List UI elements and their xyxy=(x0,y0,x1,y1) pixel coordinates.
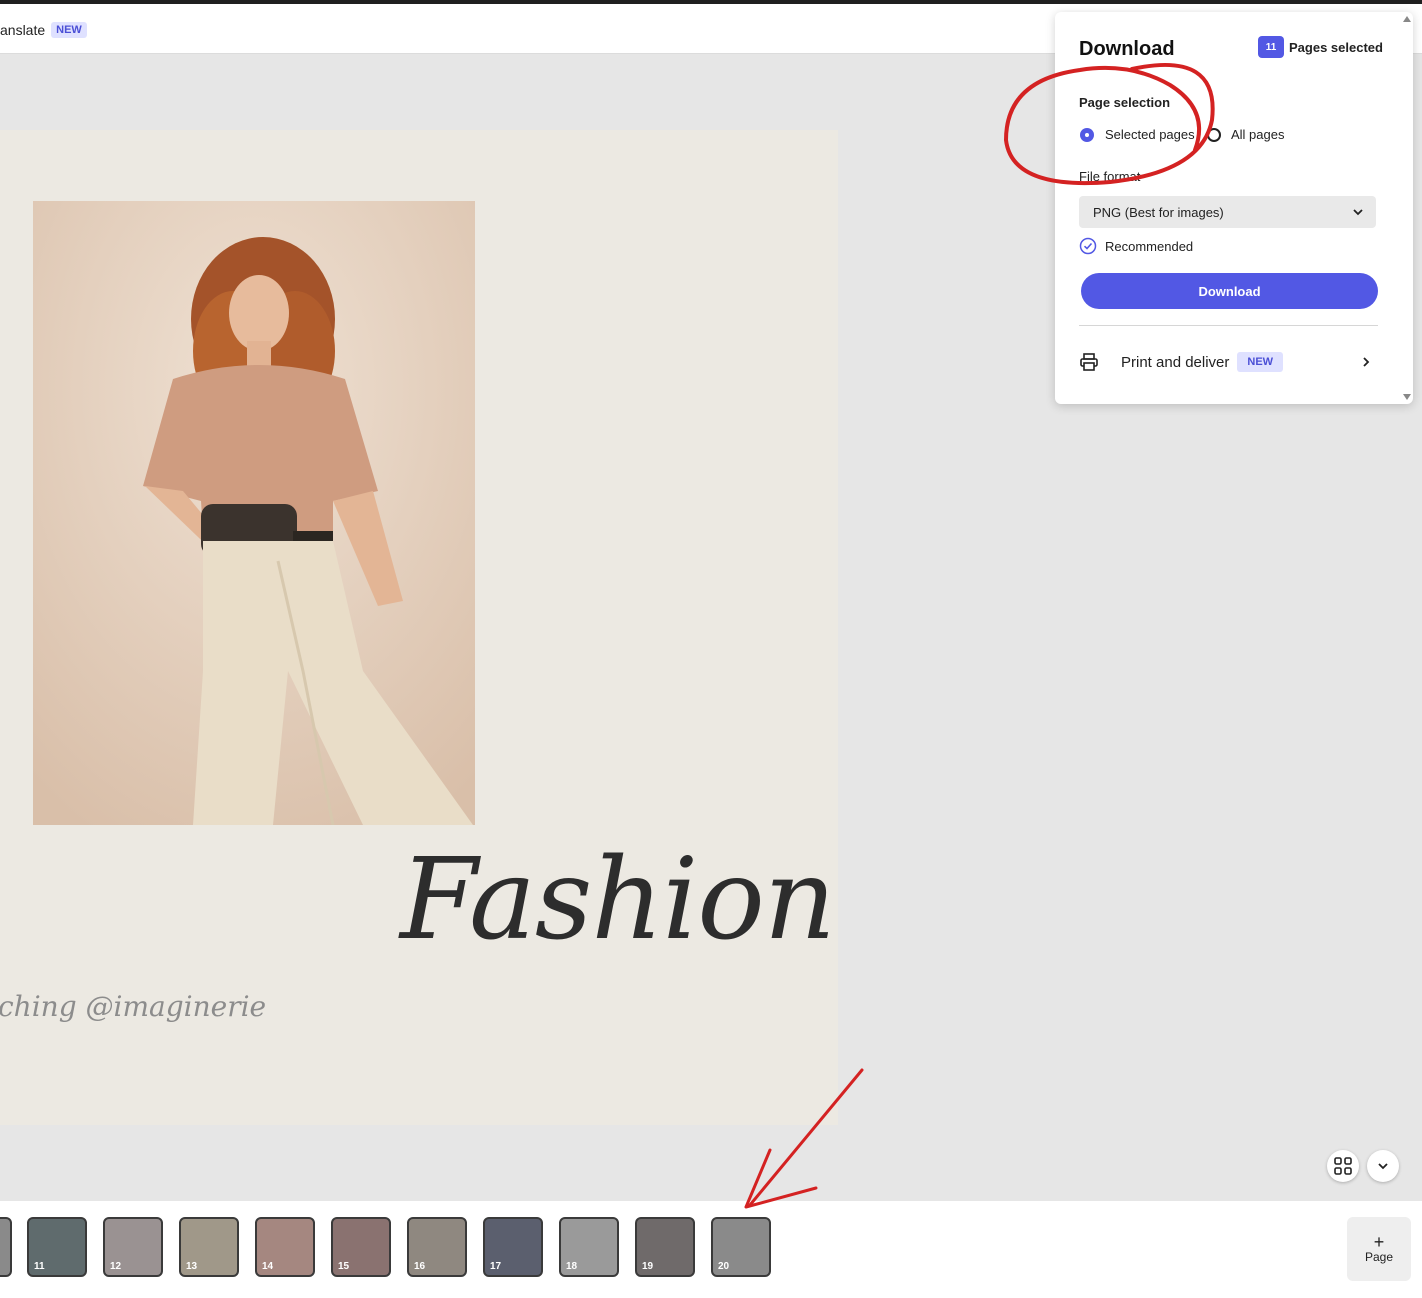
grid-icon xyxy=(1334,1157,1352,1175)
scroll-up-icon[interactable] xyxy=(1402,14,1412,24)
file-format-value: PNG (Best for images) xyxy=(1093,204,1224,220)
page-number: 20 xyxy=(718,1261,730,1272)
page-thumbnail[interactable]: 15 xyxy=(331,1217,391,1277)
recommended-label: Recommended xyxy=(1105,239,1194,254)
add-page-label: Page xyxy=(1364,1250,1394,1264)
file-format-label: File format xyxy=(1079,169,1141,184)
page-number: 16 xyxy=(414,1261,426,1272)
page-thumbnail[interactable]: 17 xyxy=(483,1217,543,1277)
plus-icon: + xyxy=(1373,1232,1385,1252)
fashion-photo[interactable] xyxy=(33,201,475,825)
page-thumbnail[interactable]: 18 xyxy=(559,1217,619,1277)
page-thumbnail[interactable]: 19 xyxy=(635,1217,695,1277)
printer-icon xyxy=(1080,353,1098,371)
page-thumbnail[interactable] xyxy=(0,1217,12,1277)
page-number: 15 xyxy=(338,1261,350,1272)
pages-selected-label: Pages selected xyxy=(1289,39,1383,55)
selected-pages-label[interactable]: Selected pages xyxy=(1105,127,1195,142)
print-and-deliver-label: Print and deliver xyxy=(1121,353,1230,371)
page-number: 18 xyxy=(566,1261,578,1272)
print-and-deliver-row[interactable]: Print and deliver NEW xyxy=(1079,348,1377,376)
chevron-right-icon xyxy=(1363,357,1370,367)
page-thumbnail[interactable]: 14 xyxy=(255,1217,315,1277)
photo-credit[interactable]: ching @imaginerie xyxy=(0,990,266,1023)
page-number: 17 xyxy=(490,1261,502,1272)
page-selection-label: Page selection xyxy=(1079,95,1171,110)
page-thumbnail[interactable]: 16 xyxy=(407,1217,467,1277)
selected-pages-radio[interactable] xyxy=(1080,128,1094,142)
page-thumbnail[interactable]: 20 xyxy=(711,1217,771,1277)
page-thumbnail[interactable]: 12 xyxy=(103,1217,163,1277)
collapse-pages-button[interactable] xyxy=(1367,1150,1399,1182)
fashion-title[interactable]: Fashion xyxy=(400,835,836,965)
page-number: 19 xyxy=(642,1261,654,1272)
page-thumbnail[interactable]: 13 xyxy=(179,1217,239,1277)
chevron-down-icon xyxy=(1378,1163,1388,1170)
file-format-select[interactable]: PNG (Best for images) xyxy=(1079,196,1376,228)
all-pages-radio[interactable] xyxy=(1207,128,1221,142)
pages-selected-indicator: 11 Pages selected xyxy=(1258,36,1383,58)
page-thumbnail[interactable]: 11 xyxy=(27,1217,87,1277)
panel-title: Download xyxy=(1079,38,1175,60)
page-number: 12 xyxy=(110,1261,122,1272)
check-circle-icon xyxy=(1079,237,1097,255)
page-number: 13 xyxy=(186,1261,198,1272)
add-page-button[interactable]: + Page xyxy=(1347,1217,1411,1281)
page-number: 11 xyxy=(34,1261,45,1272)
download-panel: Download 11 Pages selected Page selectio… xyxy=(1055,12,1413,404)
grid-view-button[interactable] xyxy=(1327,1150,1359,1182)
scroll-down-icon[interactable] xyxy=(1402,392,1412,402)
download-button[interactable]: Download xyxy=(1081,273,1378,309)
translate-button[interactable]: anslate NEW xyxy=(0,22,87,38)
panel-divider xyxy=(1079,325,1378,326)
model-illustration xyxy=(33,201,475,825)
pages-selected-count: 11 xyxy=(1258,36,1284,58)
chevron-down-icon xyxy=(1353,209,1363,216)
translate-label: anslate xyxy=(0,22,46,38)
new-badge: NEW xyxy=(51,22,87,38)
page-number: 14 xyxy=(262,1261,274,1272)
all-pages-label[interactable]: All pages xyxy=(1231,127,1284,142)
new-badge: NEW xyxy=(1237,352,1284,372)
